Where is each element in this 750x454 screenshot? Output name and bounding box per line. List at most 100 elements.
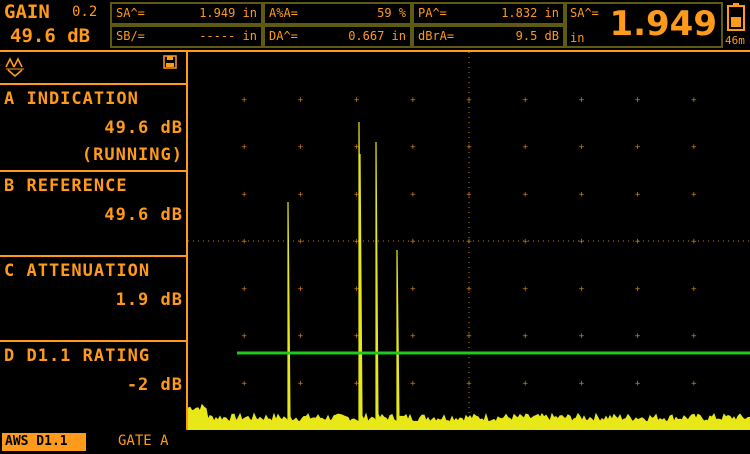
grid-tick: + (522, 237, 528, 247)
grid-tick: + (241, 332, 247, 342)
grid-tick: + (635, 332, 641, 342)
battery-indicator: 46m (724, 2, 748, 48)
menu-item-title: C ATTENUATION (4, 261, 151, 281)
reading-value: ----- in (199, 29, 257, 43)
menu-item-status: (RUNNING) (81, 145, 183, 165)
grid-tick: + (522, 379, 528, 389)
grid-tick: + (522, 95, 528, 105)
save-disk-icon[interactable] (163, 55, 177, 69)
mode-label: AWS D1.1 (5, 434, 68, 449)
reading-label: dBrA= (418, 29, 455, 43)
grid-tick: + (635, 95, 641, 105)
mode-badge[interactable]: AWS D1.1 (2, 433, 86, 451)
grid-tick: + (298, 237, 304, 247)
reading-value: 0.667 in (348, 29, 406, 43)
grid-tick: + (410, 237, 416, 247)
menu-item-value: -2 dB (126, 375, 183, 395)
battery-icon (727, 3, 745, 31)
grid-tick: + (241, 237, 247, 247)
grid-tick: + (466, 190, 472, 200)
gain-step: 0.2 (72, 4, 98, 20)
reading-a-percent: A%A= 59 % (263, 2, 412, 25)
menu-item-value: 1.9 dB (115, 290, 183, 310)
big-reading-label: SA^= (570, 6, 599, 20)
grid-tick: + (635, 379, 641, 389)
grid-tick: + (691, 284, 697, 294)
menu-item-title: D D1.1 RATING (4, 346, 151, 366)
grid-tick: + (522, 190, 528, 200)
grid-tick: + (241, 190, 247, 200)
grid-tick: + (410, 143, 416, 153)
reading-label: SB/= (116, 29, 145, 43)
grid-tick: + (410, 332, 416, 342)
menu-item-value: 49.6 dB (104, 205, 183, 225)
grid-tick: + (298, 332, 304, 342)
grid-tick: + (298, 284, 304, 294)
big-reading-value: 1.949 (609, 4, 717, 44)
grid-tick: + (522, 332, 528, 342)
grid-tick: + (241, 95, 247, 105)
gain-control[interactable]: GAIN 0.2 49.6 dB (0, 0, 110, 50)
reading-value: 9.5 dB (515, 29, 559, 43)
grid-tick: + (635, 237, 641, 247)
reading-pa: PA^= 1.832 in (412, 2, 565, 25)
grid-tick: + (691, 190, 697, 200)
grid-tick: + (410, 284, 416, 294)
menu-item-title: B REFERENCE (4, 176, 128, 196)
grid-tick: + (522, 284, 528, 294)
menu-item-a-indication[interactable]: A INDICATION 49.6 dB (RUNNING) (0, 85, 187, 170)
grid-tick: + (522, 143, 528, 153)
sidebar: A INDICATION 49.6 dB (RUNNING) B REFEREN… (0, 52, 187, 430)
reading-sa: SA^= 1.949 in (110, 2, 263, 25)
a-scan-display[interactable]: + + + + + + + + + + + + + + + + + + + + + + + + + + + + + + + + + + + + + + + +… (188, 52, 750, 430)
reading-sb: SB/= ----- in (110, 25, 263, 48)
grid-tick: + (410, 379, 416, 389)
menu-item-title: A INDICATION (4, 89, 139, 109)
grid-tick: + (691, 143, 697, 153)
reading-label: A%A= (269, 6, 298, 20)
grid-tick: + (298, 190, 304, 200)
grid-tick: + (579, 143, 585, 153)
grid-tick: + (298, 95, 304, 105)
grid-tick: + (354, 95, 360, 105)
grid-tick: + (579, 237, 585, 247)
reading-label: SA^= (116, 6, 145, 20)
grid-tick: + (691, 95, 697, 105)
reading-dbra: dBrA= 9.5 dB (412, 25, 565, 48)
header-bar: GAIN 0.2 49.6 dB SA^= 1.949 in A%A= 59 %… (0, 0, 750, 50)
grid-tick: + (466, 332, 472, 342)
rectify-icon[interactable] (4, 55, 26, 77)
gate-selection[interactable]: GATE A (118, 433, 169, 449)
menu-item-c-attenuation[interactable]: C ATTENUATION 1.9 dB (0, 257, 187, 337)
grid-tick: + (241, 379, 247, 389)
grid-tick: + (579, 379, 585, 389)
reading-value: 59 % (377, 6, 406, 20)
reading-da: DA^= 0.667 in (263, 25, 412, 48)
grid-tick: + (579, 190, 585, 200)
grid-tick: + (635, 190, 641, 200)
grid-tick: + (691, 237, 697, 247)
grid-tick: + (579, 332, 585, 342)
gain-value: 49.6 dB (10, 25, 91, 47)
grid-tick: + (241, 143, 247, 153)
battery-time: 46m (725, 34, 745, 47)
big-reading: SA^= in 1.949 (565, 2, 723, 48)
graticule-grid: + + + + + + + + + + + + + + + + + + + + + + + + + + + + + + + + + + + + + + + +… (188, 52, 750, 430)
menu-item-value: 49.6 dB (104, 118, 183, 138)
reading-label: PA^= (418, 6, 447, 20)
grid-tick: + (410, 190, 416, 200)
grid-tick: + (466, 95, 472, 105)
big-reading-unit: in (570, 31, 585, 45)
reading-value: 1.949 in (199, 6, 257, 20)
menu-item-b-reference[interactable]: B REFERENCE 49.6 dB (0, 172, 187, 252)
grid-tick: + (579, 284, 585, 294)
grid-tick: + (410, 95, 416, 105)
grid-tick: + (298, 143, 304, 153)
reading-label: DA^= (269, 29, 298, 43)
grid-tick: + (579, 95, 585, 105)
menu-item-d-rating[interactable]: D D1.1 RATING -2 dB (0, 342, 187, 430)
grid-tick: + (635, 143, 641, 153)
status-bar: AWS D1.1 GATE A (0, 430, 750, 454)
grid-tick: + (298, 379, 304, 389)
grid-tick: + (635, 284, 641, 294)
